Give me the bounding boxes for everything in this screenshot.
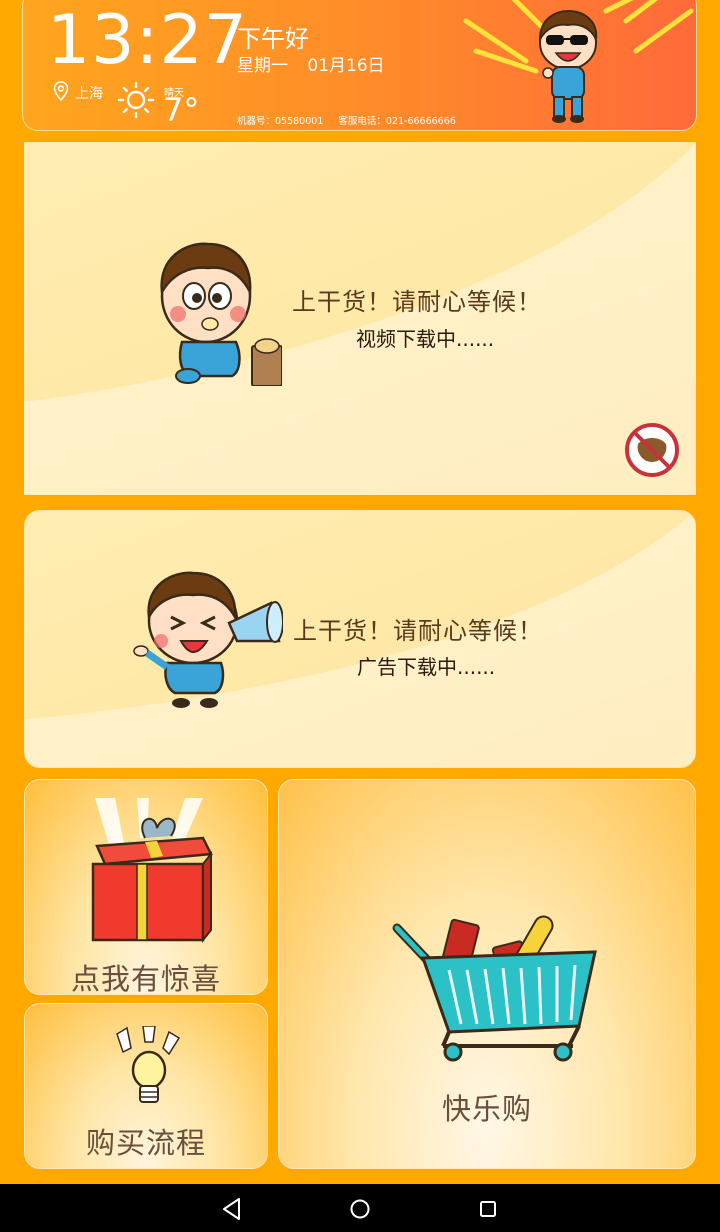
clock-time: 13:27 (47, 1, 248, 80)
service-phone: 客服电话：021-66666666 (338, 116, 456, 127)
date-line: 星期一 01月16日 (237, 51, 399, 76)
date-text: 01月16日 (307, 56, 385, 76)
video-loading-text: 视频下载中...... (356, 327, 495, 351)
no-sound-icon[interactable] (624, 422, 680, 478)
back-triangle-icon[interactable] (219, 1196, 245, 1222)
temperature: 7° (163, 91, 200, 129)
background-swoosh (24, 142, 696, 495)
gift-box-icon (91, 798, 213, 943)
mascot-megaphone-icon (133, 571, 283, 708)
surprise-gift-button[interactable]: 点我有惊喜 (24, 779, 268, 995)
mascot-sunglasses-icon (538, 9, 598, 123)
lightbulb-icon (116, 1026, 181, 1103)
gift-label: 点我有惊喜 (70, 962, 221, 995)
home-circle-icon[interactable] (347, 1196, 373, 1222)
city-label: 上海 (75, 86, 103, 102)
mascot-eating-icon (160, 242, 282, 386)
recents-square-icon[interactable] (475, 1196, 501, 1222)
location-pin-icon (53, 81, 69, 101)
ad-loading-text: 广告下载中...... (357, 655, 496, 679)
shop-label: 快乐购 (441, 1092, 532, 1126)
machine-info: 机器号：05580001 客服电话：021-66666666 (237, 113, 468, 127)
video-download-panel: 上干货！请耐心等候！ 视频下载中...... (24, 142, 696, 495)
flow-label: 购买流程 (85, 1126, 206, 1160)
video-wait-title: 上干货！请耐心等候！ (292, 288, 542, 316)
purchase-flow-button[interactable]: 购买流程 (24, 1003, 268, 1169)
machine-number: 机器号：05580001 (237, 116, 324, 127)
greeting-text: 下午好 (237, 25, 309, 53)
ad-wait-title: 上干货！请耐心等候！ (293, 617, 543, 645)
shopping-cart-icon (392, 915, 597, 1062)
system-navigation-bar (0, 1184, 720, 1232)
status-header: 13:27 下午好 星期一 01月16日 上海 晴天 7° 机器号：055800… (22, 0, 697, 131)
weekday-text: 星期一 (237, 56, 288, 76)
sunny-icon (117, 81, 155, 119)
happy-shopping-button[interactable]: 快乐购 (278, 779, 696, 1169)
ad-download-panel: 上干货！请耐心等候！ 广告下载中...... (24, 510, 696, 768)
